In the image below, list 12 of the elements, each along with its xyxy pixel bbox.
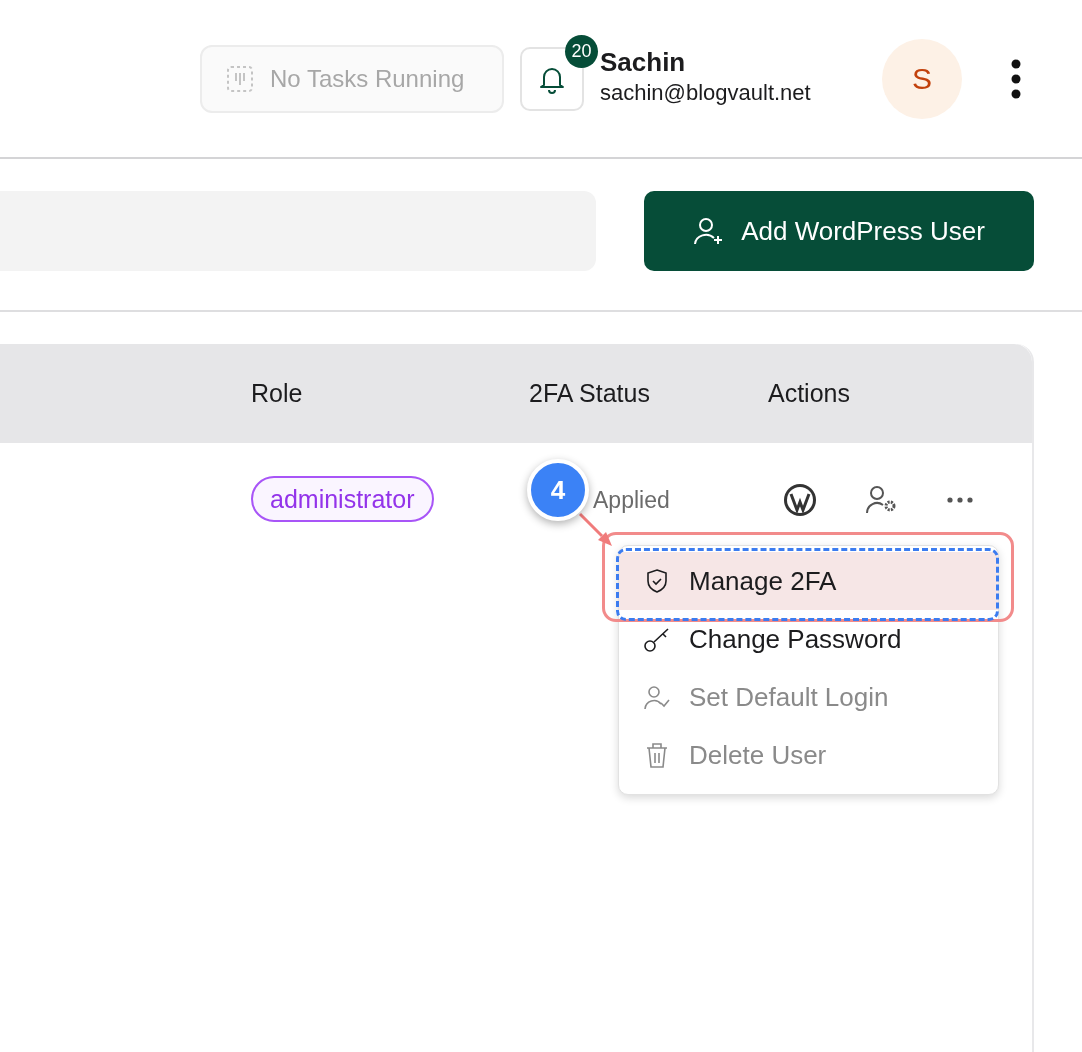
- column-header: Role: [251, 378, 303, 407]
- menu-item[interactable]: Manage 2FA: [619, 552, 998, 610]
- menu-item[interactable]: Change Password: [619, 610, 998, 668]
- add-user-button[interactable]: Add WordPress User: [644, 191, 1034, 271]
- role-badge: administrator: [251, 476, 434, 522]
- user-avatar[interactable]: S: [882, 38, 962, 119]
- user-name: Sachin: [600, 47, 687, 77]
- user-email: sachin@blogvault.net: [600, 79, 811, 108]
- column-header: Actions: [768, 378, 850, 407]
- twofa-status: Applied: [593, 487, 670, 513]
- notification-count: 20: [565, 34, 598, 68]
- column-header: 2FA Status: [529, 378, 650, 407]
